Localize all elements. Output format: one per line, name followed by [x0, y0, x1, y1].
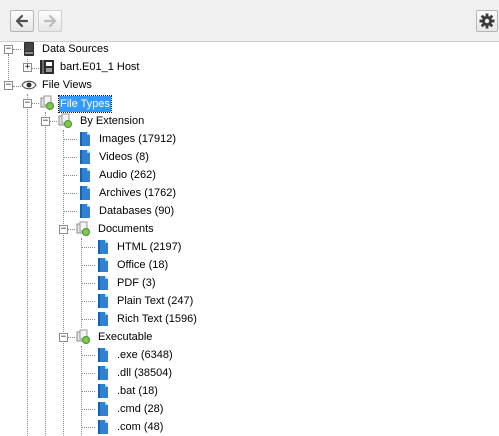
file-icon	[98, 240, 108, 254]
tree-item-audio[interactable]: Audio (262)	[98, 167, 157, 183]
eye-icon	[21, 80, 37, 90]
collapse-toggle[interactable]: −	[4, 45, 13, 54]
tree-item-exe[interactable]: .exe (6348)	[116, 347, 174, 363]
tree-connector	[63, 193, 77, 194]
tree-item-html[interactable]: HTML (2197)	[116, 239, 182, 255]
tree-item-cmd[interactable]: .cmd (28)	[116, 401, 164, 417]
collapse-toggle[interactable]: −	[59, 225, 68, 234]
tree-item-bat[interactable]: .bat (18)	[116, 383, 159, 399]
hard-drive-icon	[24, 42, 34, 56]
forward-button[interactable]	[38, 10, 62, 32]
tree-connector	[81, 319, 95, 320]
file-types-icon	[76, 221, 90, 236]
file-icon	[98, 258, 108, 272]
tree-item-databases[interactable]: Databases (90)	[98, 203, 175, 219]
file-icon	[98, 348, 108, 362]
file-tree-panel: − Data Sources + bart.E01_1 Host − File …	[0, 0, 499, 436]
tree-connector	[32, 68, 39, 69]
tree-connector	[63, 211, 77, 212]
tree-connector	[27, 94, 28, 436]
file-icon	[80, 132, 90, 146]
back-button[interactable]	[10, 10, 34, 32]
tree-item-documents[interactable]: Documents	[97, 221, 155, 237]
tree-item-executable[interactable]: Executable	[97, 329, 153, 345]
collapse-toggle[interactable]: −	[4, 81, 13, 90]
tree-item-videos[interactable]: Videos (8)	[98, 149, 150, 165]
toolbar	[0, 0, 499, 42]
collapse-toggle[interactable]: −	[23, 99, 32, 108]
file-icon	[98, 276, 108, 290]
file-types-icon	[40, 95, 54, 110]
file-icon	[80, 186, 90, 200]
tree-connector	[63, 157, 77, 158]
arrow-left-icon	[15, 14, 29, 28]
tree-connector	[81, 265, 95, 266]
file-icon	[98, 312, 108, 326]
tree-connector	[81, 391, 95, 392]
file-icon	[80, 150, 90, 164]
file-types-icon	[76, 329, 90, 344]
tree-item-archives[interactable]: Archives (1762)	[98, 185, 177, 201]
file-icon	[98, 384, 108, 398]
tree-item-by-extension[interactable]: By Extension	[79, 113, 145, 129]
tree-connector	[81, 409, 95, 410]
tree-connector	[81, 301, 95, 302]
tree-item-com[interactable]: .com (48)	[116, 419, 164, 435]
arrow-right-icon	[43, 14, 57, 28]
gear-icon	[479, 13, 495, 29]
file-icon	[80, 204, 90, 218]
tree-item-office[interactable]: Office (18)	[116, 257, 169, 273]
directory-tree: − Data Sources + bart.E01_1 Host − File …	[0, 41, 499, 436]
disk-image-icon	[40, 60, 54, 74]
collapse-toggle[interactable]: −	[41, 117, 50, 126]
expand-toggle[interactable]: +	[23, 63, 32, 72]
file-icon	[98, 402, 108, 416]
tree-item-data-sources[interactable]: Data Sources	[41, 41, 110, 57]
file-icon	[98, 294, 108, 308]
tree-item-dll[interactable]: .dll (38504)	[116, 365, 173, 381]
tree-connector	[63, 175, 77, 176]
file-types-icon	[58, 113, 72, 128]
tree-connector	[13, 49, 21, 50]
tree-connector	[13, 86, 21, 87]
settings-button[interactable]	[476, 10, 498, 32]
tree-connector	[81, 373, 95, 374]
file-icon	[98, 420, 108, 434]
collapse-toggle[interactable]: −	[59, 333, 68, 342]
tree-connector	[45, 112, 46, 436]
tree-item-images[interactable]: Images (17912)	[98, 131, 177, 147]
tree-item-plain-text[interactable]: Plain Text (247)	[116, 293, 194, 309]
file-icon	[80, 168, 90, 182]
tree-item-rich-text[interactable]: Rich Text (1596)	[116, 311, 198, 327]
tree-item-host[interactable]: bart.E01_1 Host	[59, 59, 141, 75]
tree-item-file-views[interactable]: File Views	[41, 77, 93, 93]
tree-connector	[63, 139, 77, 140]
tree-connector	[81, 355, 95, 356]
tree-connector	[81, 427, 95, 428]
tree-item-file-types[interactable]: File Types	[58, 95, 112, 113]
tree-item-pdf[interactable]: PDF (3)	[116, 275, 157, 291]
file-icon	[98, 366, 108, 380]
tree-connector	[81, 283, 95, 284]
tree-connector	[81, 247, 95, 248]
